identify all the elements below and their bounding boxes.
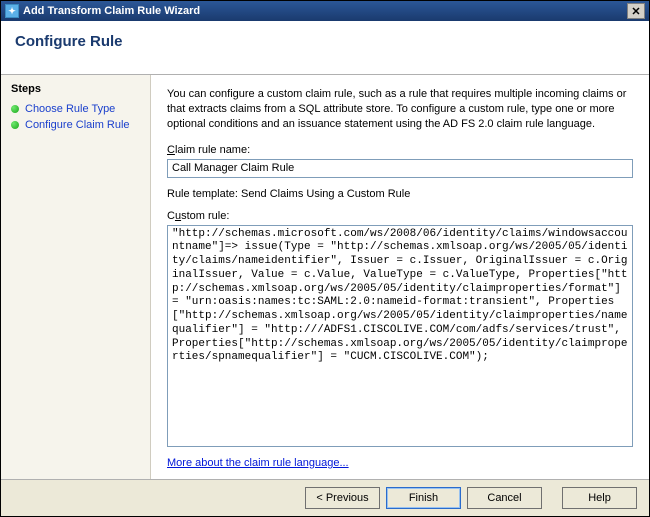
step-label: Configure Claim Rule [25, 119, 130, 131]
close-icon[interactable]: ✕ [627, 3, 645, 19]
step-choose-rule-type[interactable]: Choose Rule Type [1, 101, 150, 117]
help-button[interactable]: Help [562, 487, 637, 509]
window-title: Add Transform Claim Rule Wizard [23, 5, 200, 17]
titlebar: ✦ Add Transform Claim Rule Wizard ✕ [1, 1, 649, 21]
previous-button[interactable]: < Previous [305, 487, 380, 509]
button-footer: < Previous Finish Cancel Help [1, 479, 649, 516]
claim-language-link[interactable]: More about the claim rule language... [167, 457, 633, 469]
step-bullet-icon [11, 121, 19, 129]
cancel-button[interactable]: Cancel [467, 487, 542, 509]
page-header: Configure Rule [1, 21, 649, 75]
step-bullet-icon [11, 105, 19, 113]
rule-name-input[interactable] [167, 159, 633, 178]
steps-label: Steps [1, 81, 150, 101]
main-panel: You can configure a custom claim rule, s… [151, 75, 649, 479]
custom-rule-textarea[interactable] [167, 225, 633, 447]
rule-name-label: Claim rule name: [167, 144, 633, 156]
finish-button[interactable]: Finish [386, 487, 461, 509]
page-title: Configure Rule [15, 33, 635, 50]
steps-sidebar: Steps Choose Rule Type Configure Claim R… [1, 75, 151, 479]
custom-rule-label: Custom rule: [167, 210, 633, 222]
wizard-window: ✦ Add Transform Claim Rule Wizard ✕ Conf… [0, 0, 650, 517]
wizard-icon: ✦ [5, 4, 19, 18]
step-label: Choose Rule Type [25, 103, 115, 115]
description-text: You can configure a custom claim rule, s… [167, 87, 633, 132]
step-configure-claim-rule[interactable]: Configure Claim Rule [1, 117, 150, 133]
body: Steps Choose Rule Type Configure Claim R… [1, 75, 649, 479]
rule-template-label: Rule template: Send Claims Using a Custo… [167, 188, 633, 200]
